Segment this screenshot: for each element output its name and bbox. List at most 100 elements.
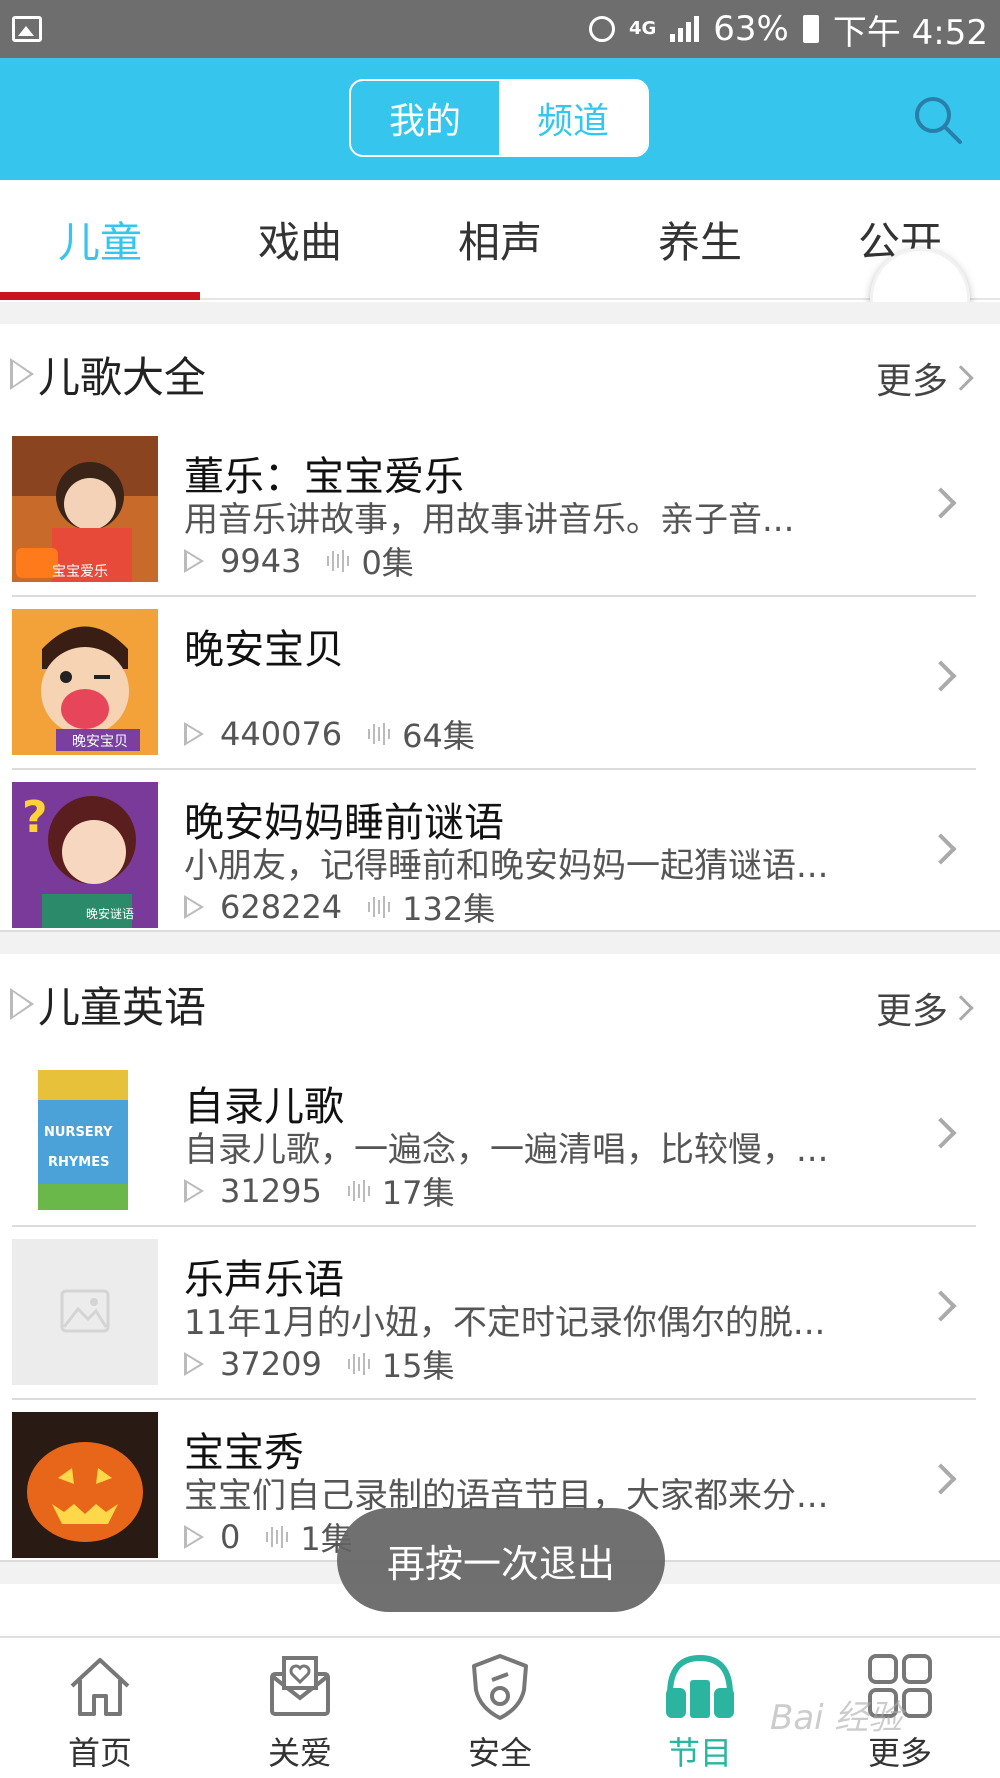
program-item[interactable]: ? 晚安谜语 晚安妈妈睡前谜语 小朋友，记得睡前和晚安妈妈一起猜谜语... 62… <box>12 770 976 943</box>
episodes-icon <box>368 895 391 919</box>
more-link[interactable]: 更多 <box>875 982 974 1034</box>
section-title: 儿童英语 <box>38 982 207 1032</box>
program-stats: 31295 17集 <box>184 1168 455 1214</box>
section-arrow-icon <box>10 988 34 1020</box>
episode-count: 15集 <box>381 1347 455 1385</box>
episode-count: 132集 <box>402 890 496 928</box>
clock: 下午 4:52 <box>832 12 988 53</box>
nav-label: 关爱 <box>267 1734 332 1772</box>
chevron-right-icon <box>948 365 974 391</box>
play-count-icon <box>184 1352 204 1376</box>
tab-crosstalk[interactable]: 相声 <box>400 180 600 298</box>
nav-label: 安全 <box>467 1734 532 1772</box>
network-type: 4G <box>628 18 657 39</box>
category-tabs: 儿童 戏曲 相声 养生 公开 <box>0 180 1000 300</box>
svg-text:RHYMES: RHYMES <box>48 1155 109 1170</box>
svg-text:NURSERY: NURSERY <box>44 1125 113 1140</box>
chevron-right-icon <box>948 995 974 1021</box>
play-count: 440076 <box>220 715 343 753</box>
program-thumbnail: 宝宝爱乐 <box>12 436 158 582</box>
program-stats: 0 1集 <box>184 1514 353 1560</box>
alarm-icon <box>588 16 615 42</box>
play-count-icon <box>184 549 204 573</box>
program-item[interactable]: 乐声乐语 11年1月的小妞，不定时记录你偶尔的脱... 37209 15集 <box>12 1227 976 1400</box>
chevron-right-icon <box>925 487 957 519</box>
episodes-icon <box>327 549 350 573</box>
program-stats: 9943 0集 <box>184 538 414 584</box>
play-count-icon <box>184 1179 204 1203</box>
chevron-right-icon <box>925 1290 957 1322</box>
more-label: 更多 <box>875 361 948 402</box>
nav-label: 节目 <box>667 1734 732 1772</box>
episodes-icon <box>347 1179 370 1203</box>
divider <box>0 302 1000 324</box>
status-bar: 4G 63% 下午 4:52 <box>0 0 1000 58</box>
battery-percent: 63% <box>713 9 789 49</box>
chevron-right-icon <box>925 1117 957 1149</box>
program-thumbnail <box>12 1412 158 1558</box>
segment-control: 我的 频道 <box>349 79 649 157</box>
gallery-notification-icon <box>12 16 42 42</box>
watermark: Bai 经验 <box>770 1698 903 1738</box>
tab-health[interactable]: 养生 <box>600 180 800 298</box>
section-title: 儿歌大全 <box>38 352 207 402</box>
episodes-icon <box>266 1525 289 1549</box>
tab-children[interactable]: 儿童 <box>0 180 200 300</box>
more-label: 更多 <box>875 991 948 1032</box>
episodes-icon <box>368 722 391 746</box>
play-count-icon <box>184 722 204 746</box>
nav-safety[interactable]: 安全 <box>400 1638 600 1778</box>
headphones-icon <box>666 1654 734 1718</box>
care-mail-icon <box>270 1656 330 1716</box>
program-stats: 628224 132集 <box>184 884 495 930</box>
episode-count: 64集 <box>402 717 475 755</box>
episode-count: 17集 <box>381 1174 455 1212</box>
program-item[interactable]: NURSERY RHYMES 自录儿歌 自录儿歌，一遍念，一遍清唱，比较慢，..… <box>12 1054 976 1227</box>
program-item[interactable]: 晚安宝贝 晚安宝贝 440076 64集 <box>12 597 976 770</box>
nav-care[interactable]: 关爱 <box>200 1638 400 1778</box>
program-thumbnail: ? 晚安谜语 <box>12 782 158 928</box>
section-children-english: 儿童英语 更多 NURSERY RHYMES 自录儿歌 自录儿歌，一遍念，一遍清… <box>0 954 1000 1573</box>
svg-text:晚安谜语: 晚安谜语 <box>86 906 134 921</box>
program-thumbnail: 晚安宝贝 <box>12 609 158 755</box>
thumb-caption: 宝宝爱乐 <box>52 564 108 580</box>
program-desc: 自录儿歌，一遍念，一遍清唱，比较慢，... <box>184 1130 829 1170</box>
program-stats: 37209 15集 <box>184 1341 455 1387</box>
play-count: 628224 <box>220 888 343 926</box>
program-stats: 440076 64集 <box>184 711 475 757</box>
nav-label: 首页 <box>67 1734 132 1772</box>
more-link[interactable]: 更多 <box>875 352 974 404</box>
program-title: 晚安宝贝 <box>184 627 344 673</box>
segment-channel[interactable]: 频道 <box>499 81 647 155</box>
episodes-icon <box>347 1352 370 1376</box>
section-nursery-rhymes: 儿歌大全 更多 宝宝爱乐 董乐：宝宝爱乐 用音乐讲故事，用故事讲音乐。亲子音..… <box>0 324 1000 943</box>
svg-text:?: ? <box>22 792 48 843</box>
program-thumbnail-placeholder <box>12 1239 158 1385</box>
play-count: 9943 <box>220 542 302 580</box>
play-count: 31295 <box>220 1172 322 1210</box>
nav-home[interactable]: 首页 <box>0 1638 200 1778</box>
program-desc: 用音乐讲故事，用故事讲音乐。亲子音... <box>184 500 795 540</box>
episode-count: 0集 <box>361 544 414 582</box>
battery-icon <box>802 15 819 43</box>
app-header: 我的 频道 <box>0 58 1000 180</box>
program-thumbnail: NURSERY RHYMES <box>12 1066 158 1212</box>
exit-toast: 再按一次退出 <box>337 1508 665 1612</box>
play-count: 37209 <box>220 1345 322 1383</box>
shield-icon <box>472 1654 528 1720</box>
segment-mine[interactable]: 我的 <box>351 81 499 155</box>
chevron-right-icon <box>925 660 957 692</box>
section-arrow-icon <box>10 358 34 390</box>
program-item[interactable]: 宝宝爱乐 董乐：宝宝爱乐 用音乐讲故事，用故事讲音乐。亲子音... 9943 0… <box>12 424 976 597</box>
svg-text:晚安宝贝: 晚安宝贝 <box>72 734 128 750</box>
tab-opera[interactable]: 戏曲 <box>200 180 400 298</box>
chevron-right-icon <box>925 1463 957 1495</box>
program-desc: 11年1月的小妞，不定时记录你偶尔的脱... <box>184 1303 826 1343</box>
home-icon <box>70 1658 130 1716</box>
signal-icon <box>670 16 700 42</box>
divider <box>0 930 1000 954</box>
program-desc: 小朋友，记得睡前和晚安妈妈一起猜谜语... <box>184 846 829 886</box>
chevron-right-icon <box>925 833 957 865</box>
play-count: 0 <box>220 1518 241 1556</box>
search-icon[interactable] <box>912 94 964 146</box>
